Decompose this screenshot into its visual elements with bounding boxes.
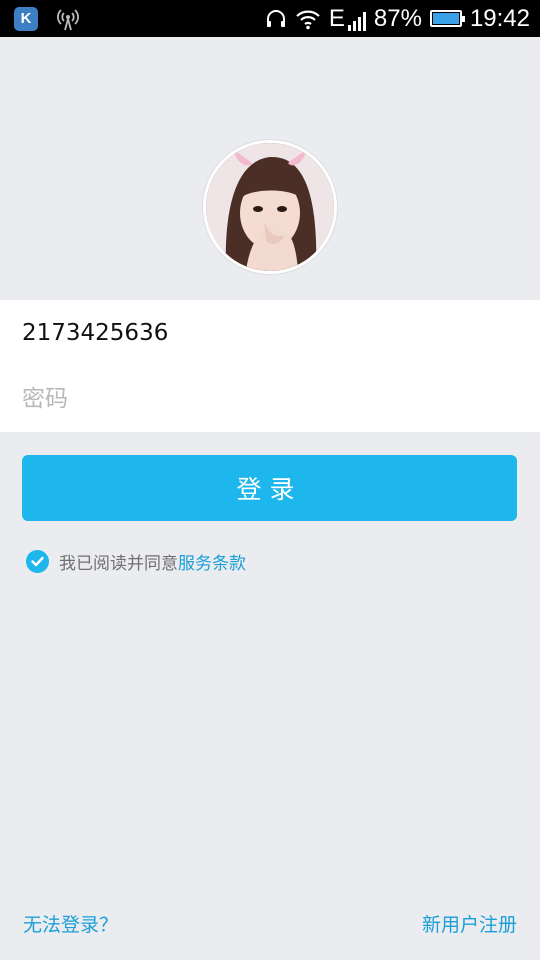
status-bar-right: E 87% 19:42 <box>265 5 540 33</box>
terms-link[interactable]: 服务条款 <box>178 554 246 574</box>
signal-bars <box>347 11 366 31</box>
login-form <box>0 300 540 432</box>
battery-icon <box>429 10 465 27</box>
signal-icon: E <box>328 4 366 32</box>
avatar-illustration <box>206 143 334 271</box>
login-button[interactable]: 登录 <box>22 455 517 521</box>
hotspot-icon <box>57 8 79 30</box>
avatar[interactable] <box>203 140 337 274</box>
avatar-photo <box>206 143 334 271</box>
battery-percent: 87% <box>373 4 422 32</box>
status-bar-left: K <box>0 6 80 31</box>
terms-agreement: 我已阅读并同意服务条款 <box>26 549 246 574</box>
agree-checkbox[interactable] <box>26 550 49 573</box>
status-bar: K E 87% 19:42 <box>0 0 540 37</box>
agree-text: 我已阅读并同意 <box>59 554 178 574</box>
wifi-icon <box>296 10 320 29</box>
network-type: E <box>328 4 345 32</box>
account-input[interactable] <box>22 300 518 366</box>
app-k-icon: K <box>14 6 38 31</box>
password-input[interactable] <box>22 366 518 432</box>
cannot-login-link[interactable]: 无法登录？ <box>23 910 118 937</box>
clock: 19:42 <box>469 4 530 32</box>
app-k-letter: K <box>20 10 32 27</box>
check-icon <box>31 556 44 567</box>
headset-icon <box>266 9 285 27</box>
register-link[interactable]: 新用户注册 <box>422 910 517 937</box>
battery-level <box>432 13 459 24</box>
